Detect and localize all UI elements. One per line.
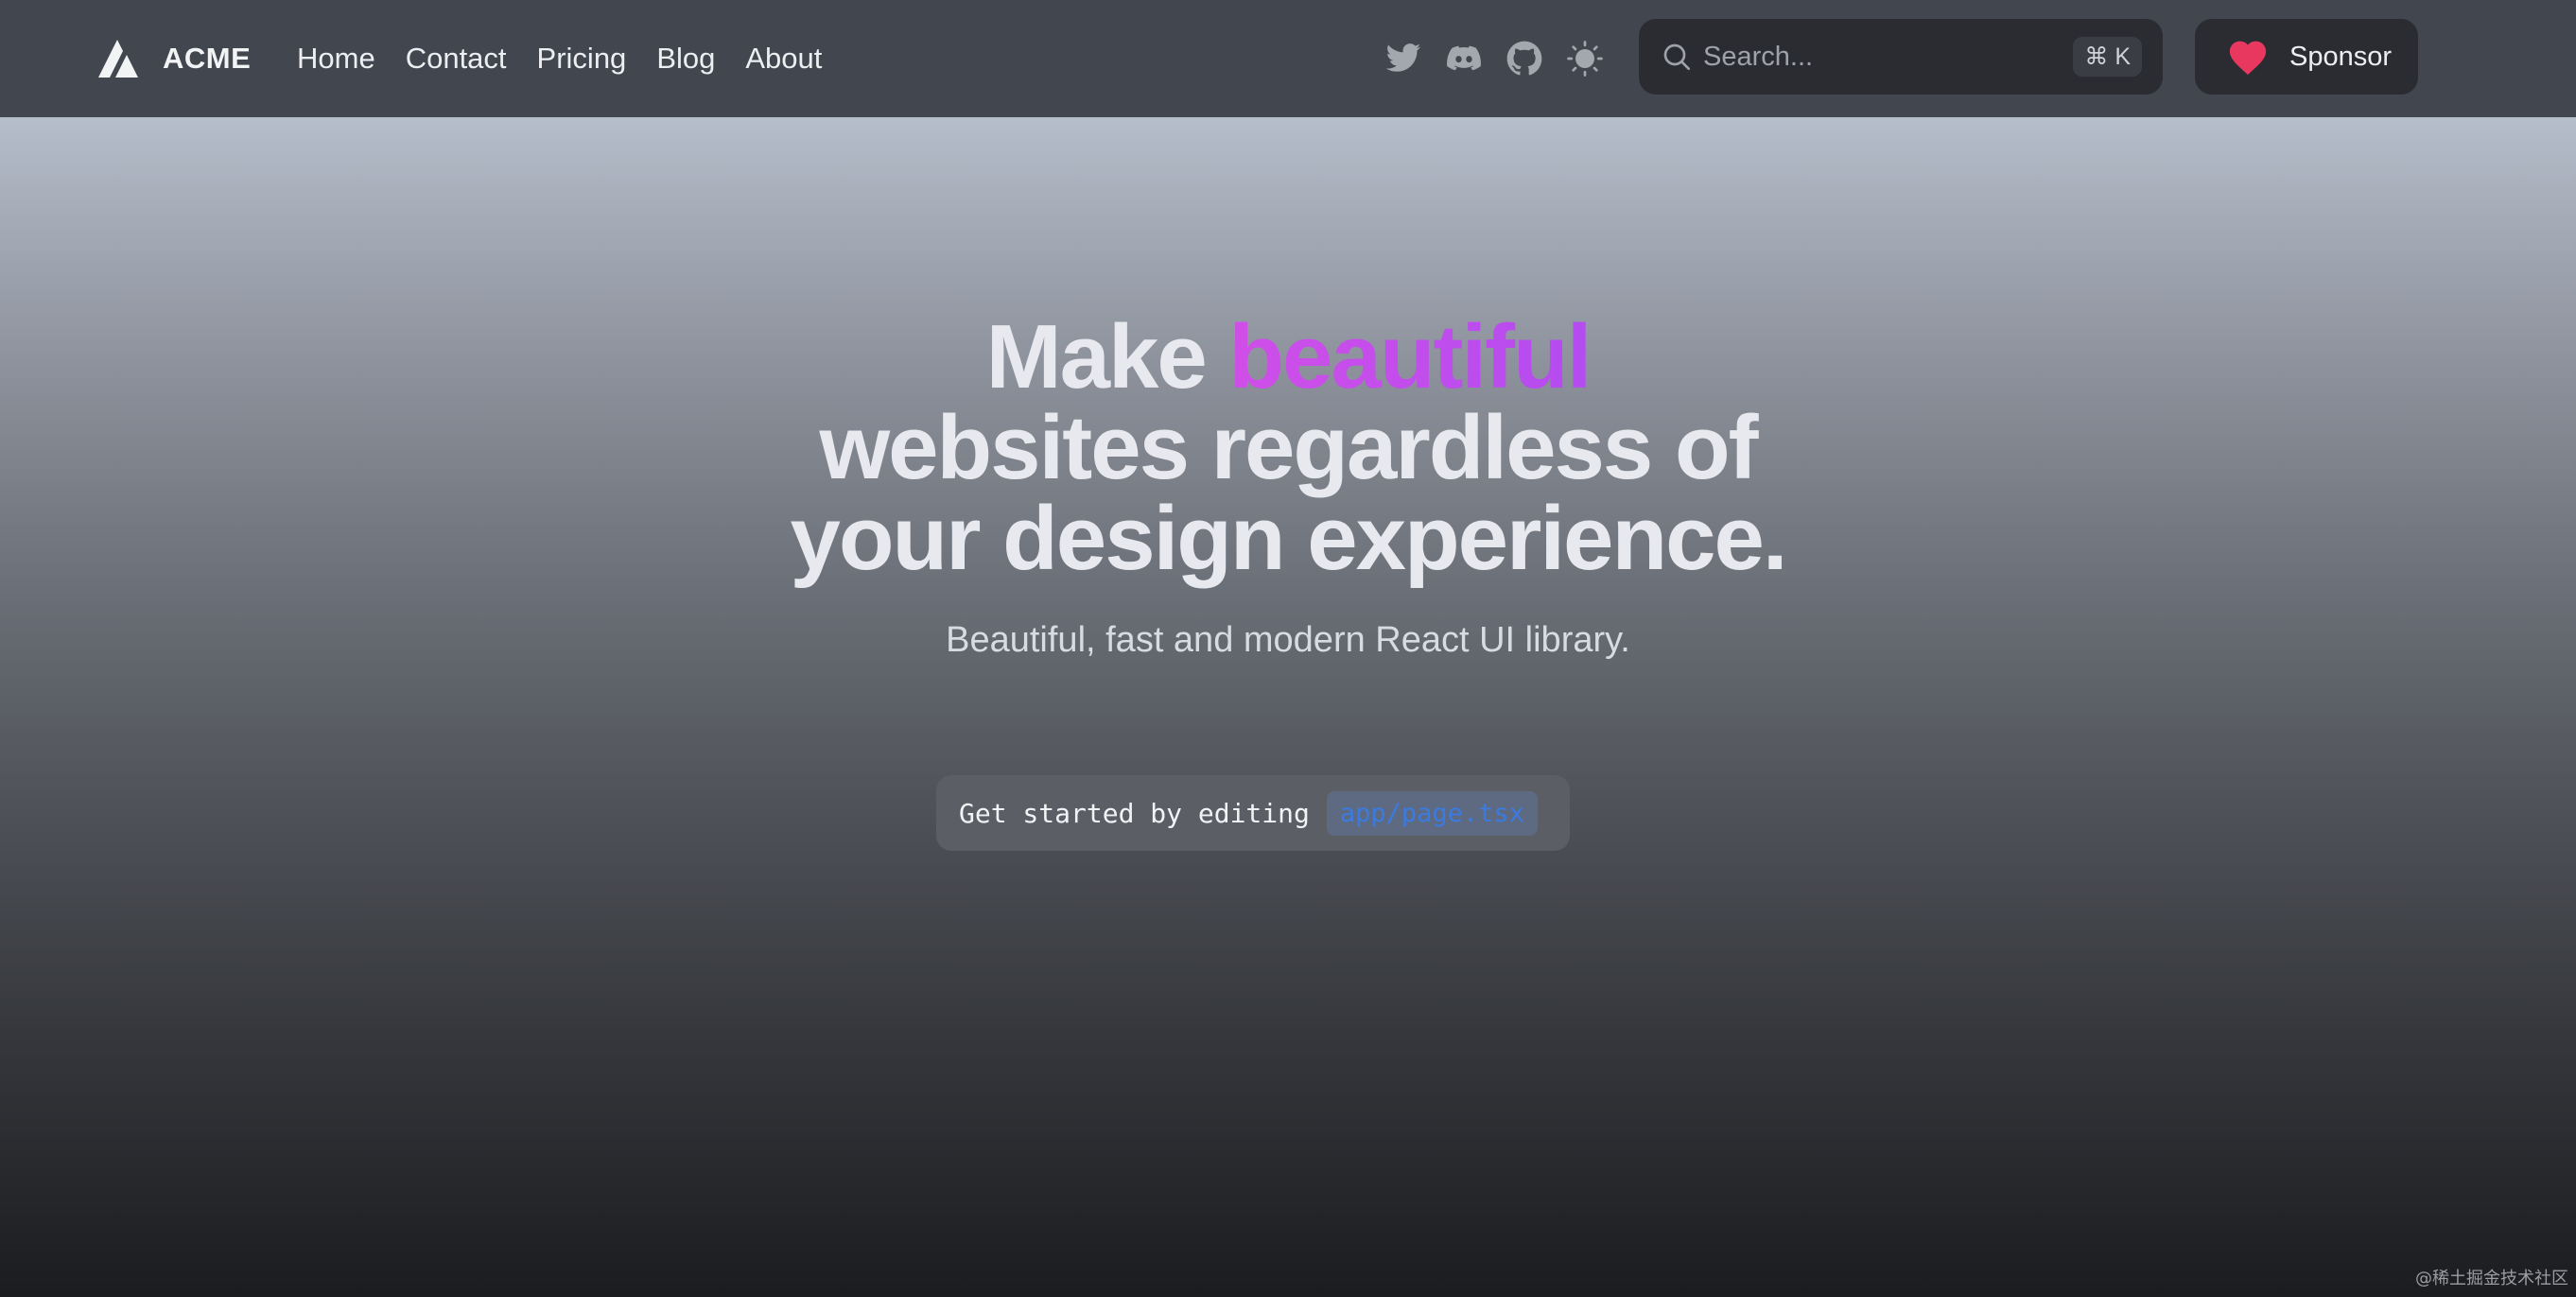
- twitter-icon[interactable]: [1383, 38, 1424, 79]
- sun-icon[interactable]: [1564, 38, 1606, 79]
- nav-link-contact[interactable]: Contact: [406, 42, 507, 76]
- hero-section: Make beautiful websites regardless of yo…: [0, 117, 2576, 661]
- get-started-snippet: Get started by editing app/page.tsx: [936, 775, 1570, 851]
- navbar: ACME Home Contact Pricing Blog About Sea…: [0, 0, 2576, 117]
- brand-name: ACME: [163, 42, 252, 75]
- discord-icon[interactable]: [1443, 38, 1485, 79]
- search-placeholder: Search...: [1703, 41, 1814, 72]
- headline-line-2: websites regardless of: [819, 397, 1758, 498]
- acme-logo-icon: [98, 40, 138, 78]
- nav-link-blog[interactable]: Blog: [656, 42, 715, 76]
- snippet-file-path: app/page.tsx: [1326, 790, 1538, 836]
- headline-accent: beautiful: [1228, 306, 1592, 407]
- headline-prefix: Make: [985, 306, 1229, 407]
- sponsor-button[interactable]: Sponsor: [2195, 19, 2418, 95]
- snippet-text: Get started by editing: [959, 797, 1310, 829]
- headline-line-1: Make beautiful: [0, 312, 2576, 403]
- brand[interactable]: ACME: [98, 36, 251, 81]
- github-icon[interactable]: [1504, 38, 1545, 79]
- watermark: @稀土掘金技术社区: [2415, 1269, 2568, 1288]
- social-links: [1383, 36, 1606, 81]
- headline-line-3: your design experience.: [790, 488, 1787, 589]
- nav-link-home[interactable]: Home: [297, 42, 375, 76]
- hero-subtitle: Beautiful, fast and modern React UI libr…: [946, 620, 1630, 660]
- heart-icon: [2229, 41, 2267, 76]
- search-shortcut-badge: ⌘ K: [2073, 37, 2142, 77]
- hero-headline: Make beautiful websites regardless of yo…: [0, 312, 2576, 584]
- sponsor-label: Sponsor: [2289, 41, 2393, 72]
- main-nav: Home Contact Pricing Blog About: [297, 36, 822, 81]
- nav-link-about[interactable]: About: [745, 42, 822, 76]
- search-icon: [1663, 43, 1690, 70]
- search-input[interactable]: Search... ⌘ K: [1639, 19, 2163, 95]
- nav-link-pricing[interactable]: Pricing: [537, 42, 627, 76]
